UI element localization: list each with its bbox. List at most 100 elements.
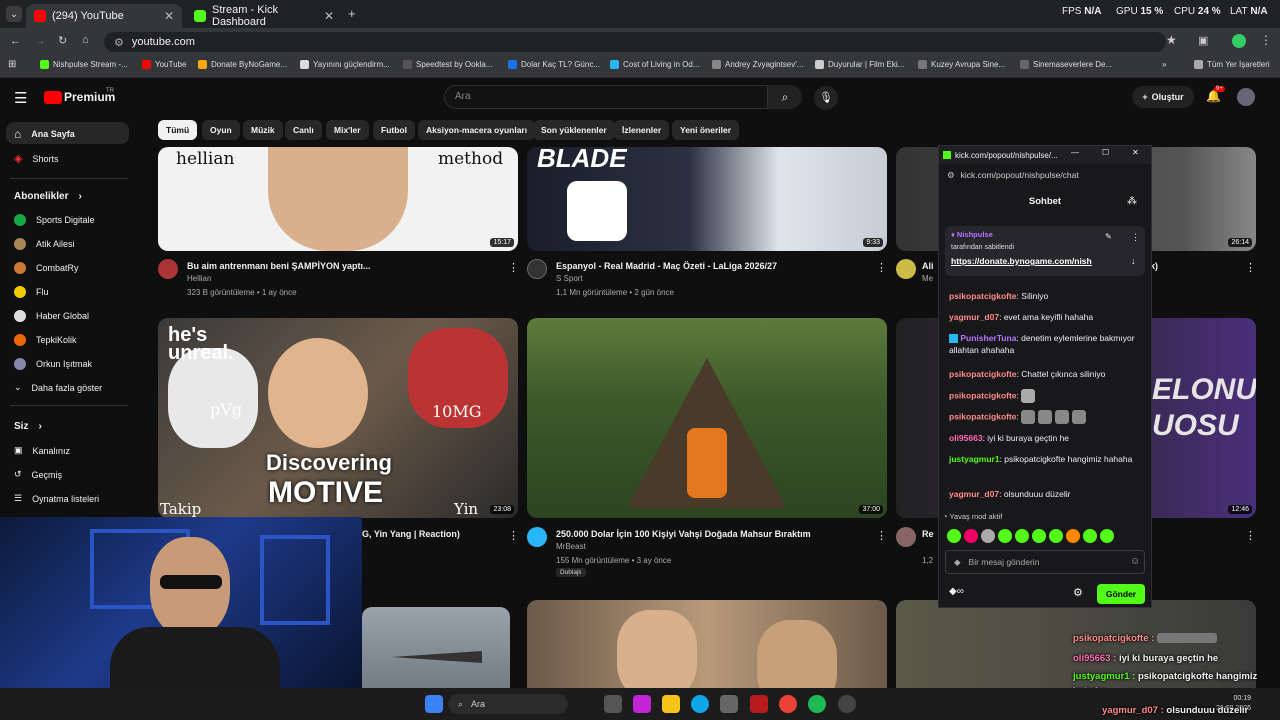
apps-grid-icon[interactable]: ⊞ <box>8 59 16 70</box>
chat-tools-icon[interactable]: ◆∞ <box>949 586 964 597</box>
bookmark-item[interactable]: Duyurular | Film Eki... <box>815 60 904 69</box>
more-options-icon[interactable]: ⋮ <box>1131 232 1140 243</box>
chip[interactable]: Müzik <box>243 120 283 140</box>
users-icon[interactable]: ⁂ <box>1127 196 1137 207</box>
tab-list-icon[interactable]: ⌄ <box>6 6 22 22</box>
chip-all[interactable]: Tümü <box>158 120 198 140</box>
chip[interactable]: Son yüklenenler <box>533 120 615 140</box>
bookmark-item[interactable]: Dolar Kaç TL? Günc... <box>508 60 600 69</box>
video-thumbnail[interactable] <box>896 600 1256 697</box>
channel-avatar[interactable] <box>896 259 916 279</box>
send-button[interactable]: Gönder <box>1097 584 1145 604</box>
tab-kick-dashboard[interactable]: Stream - Kick Dashboard ✕ <box>186 4 342 28</box>
chip[interactable]: Futbol <box>373 120 415 140</box>
emote-icon[interactable] <box>1049 528 1063 543</box>
copilot-icon[interactable] <box>633 695 651 713</box>
bookmark-item[interactable]: YouTube <box>142 60 186 69</box>
create-button[interactable]: + Oluştur <box>1132 86 1194 108</box>
video-thumbnail[interactable] <box>362 607 510 697</box>
user-avatar[interactable] <box>1237 88 1255 106</box>
minimize-icon[interactable]: — <box>1071 148 1079 157</box>
pin-icon[interactable]: ✎ <box>1105 232 1112 241</box>
back-icon[interactable]: ← <box>10 35 21 47</box>
chat-message-input[interactable]: ◆ Bir mesaj gönderin ☺ <box>945 550 1145 574</box>
emote-icon[interactable] <box>1015 528 1029 543</box>
youtube-logo-icon[interactable] <box>44 91 62 104</box>
gear-icon[interactable]: ⚙ <box>1073 586 1083 599</box>
emote-icon[interactable] <box>964 528 978 543</box>
video-title[interactable]: G, Yin Yang | Reaction) <box>362 529 507 539</box>
sidebar-item-sub[interactable]: Sports Digitale <box>14 214 95 226</box>
file-explorer-icon[interactable] <box>662 695 680 713</box>
channel-name[interactable]: Hellian <box>187 274 211 283</box>
emote-icon[interactable] <box>1032 528 1046 543</box>
hamburger-menu-icon[interactable]: ☰ <box>14 89 27 107</box>
taskbar-search[interactable]: ⌕ Ara <box>448 694 568 714</box>
chrome-icon[interactable] <box>779 695 797 713</box>
chip[interactable]: Mix'ler <box>326 120 369 140</box>
sidebar-item-sub[interactable]: Flu <box>14 286 49 298</box>
chip[interactable]: Canlı <box>285 120 322 140</box>
sidebar-item-sub[interactable]: CombatRy <box>14 262 79 274</box>
more-options-icon[interactable]: ⋮ <box>508 261 519 274</box>
more-options-icon[interactable]: ⋮ <box>1245 261 1256 274</box>
chip[interactable]: İzlenenler <box>614 120 670 140</box>
home-icon[interactable]: ⌂ <box>82 34 89 46</box>
video-thumbnail[interactable]: BLADE 9:33 <box>527 147 887 251</box>
emote-icon[interactable] <box>998 528 1012 543</box>
bookmark-item[interactable]: Yayınını güçlendirm... <box>300 60 390 69</box>
video-title[interactable]: Re <box>922 529 934 539</box>
search-button[interactable]: ⌕ <box>768 85 802 109</box>
url-field[interactable]: ⚙ youtube.com <box>104 32 1166 52</box>
sidebar-item-sub[interactable]: Haber Global <box>14 310 89 322</box>
video-thumbnail[interactable]: hellian method 15:17 <box>158 147 518 251</box>
subscriptions-header[interactable]: Abonelikler › <box>14 191 82 202</box>
store-icon[interactable] <box>720 695 738 713</box>
sidebar-item-sub[interactable]: Atik Ailesi <box>14 238 75 250</box>
channel-avatar[interactable] <box>896 527 916 547</box>
emote-icon[interactable] <box>981 528 995 543</box>
channel-avatar[interactable] <box>527 259 547 279</box>
menu-icon[interactable]: ⋮ <box>1260 33 1272 47</box>
video-title[interactable]: Ali <box>922 261 934 271</box>
chip[interactable]: Aksiyon-macera oyunları <box>418 120 536 140</box>
new-tab-icon[interactable]: + <box>348 6 356 21</box>
maximize-icon[interactable]: ☐ <box>1102 148 1109 157</box>
collapse-icon[interactable]: ↓ <box>1131 256 1136 266</box>
video-thumbnail[interactable]: 37:00 <box>527 318 887 518</box>
forward-icon[interactable]: → <box>35 35 46 47</box>
sidebar-show-more[interactable]: ⌄ Daha fazla göster <box>14 382 102 393</box>
you-header[interactable]: Siz › <box>14 421 42 432</box>
emote-icon[interactable] <box>1083 528 1097 543</box>
sidebar-item-sub[interactable]: TepkiKolik <box>14 334 77 346</box>
emote-icon[interactable] <box>1100 528 1114 543</box>
bookmark-item[interactable]: Andrey Zvyagintsev'... <box>712 60 803 69</box>
sidebar-item-shorts[interactable]: ◈ Shorts <box>14 152 58 165</box>
video-title[interactable]: Espanyol - Real Madrid - Maç Özeti - LaL… <box>556 261 876 271</box>
channel-avatar[interactable] <box>527 527 547 547</box>
video-thumbnail[interactable] <box>527 600 887 697</box>
more-options-icon[interactable]: ⋮ <box>1245 529 1256 542</box>
video-title[interactable]: Bu aim antrenmanı beni ŞAMPİYON yaptı... <box>187 261 497 271</box>
close-tab-icon[interactable]: ✕ <box>164 9 174 23</box>
tab-youtube[interactable]: (294) YouTube ✕ <box>26 4 182 28</box>
edge-icon[interactable] <box>691 695 709 713</box>
sidebar-item-playlists[interactable]: ☰ Oynatma listeleri <box>14 493 99 504</box>
sidebar-home-row[interactable]: ⌂ Ana Sayfa <box>14 127 75 141</box>
bookmark-item[interactable]: Kuzey Avrupa Sine... <box>918 60 1005 69</box>
obs-icon[interactable] <box>838 695 856 713</box>
app-icon[interactable] <box>750 695 768 713</box>
bookmark-item[interactable]: Donate ByNoGame... <box>198 60 287 69</box>
star-icon[interactable]: ★ <box>1166 33 1177 47</box>
windows-start-icon[interactable] <box>425 695 443 713</box>
video-title[interactable]: 250.000 Dolar İçin 100 Kişiyi Vahşi Doğa… <box>556 529 876 539</box>
more-options-icon[interactable]: ⋮ <box>876 529 887 542</box>
site-info-icon[interactable]: ⚙ <box>947 170 955 181</box>
profile-avatar[interactable] <box>1232 34 1246 48</box>
chip[interactable]: Oyun <box>202 120 240 140</box>
more-options-icon[interactable]: ⋮ <box>876 261 887 274</box>
chip[interactable]: Yeni öneriler <box>672 120 740 140</box>
pinned-link[interactable]: https://donate.bynogame.com/nish <box>951 256 1092 266</box>
spotify-icon[interactable] <box>808 695 826 713</box>
close-icon[interactable]: ✕ <box>1132 148 1139 157</box>
